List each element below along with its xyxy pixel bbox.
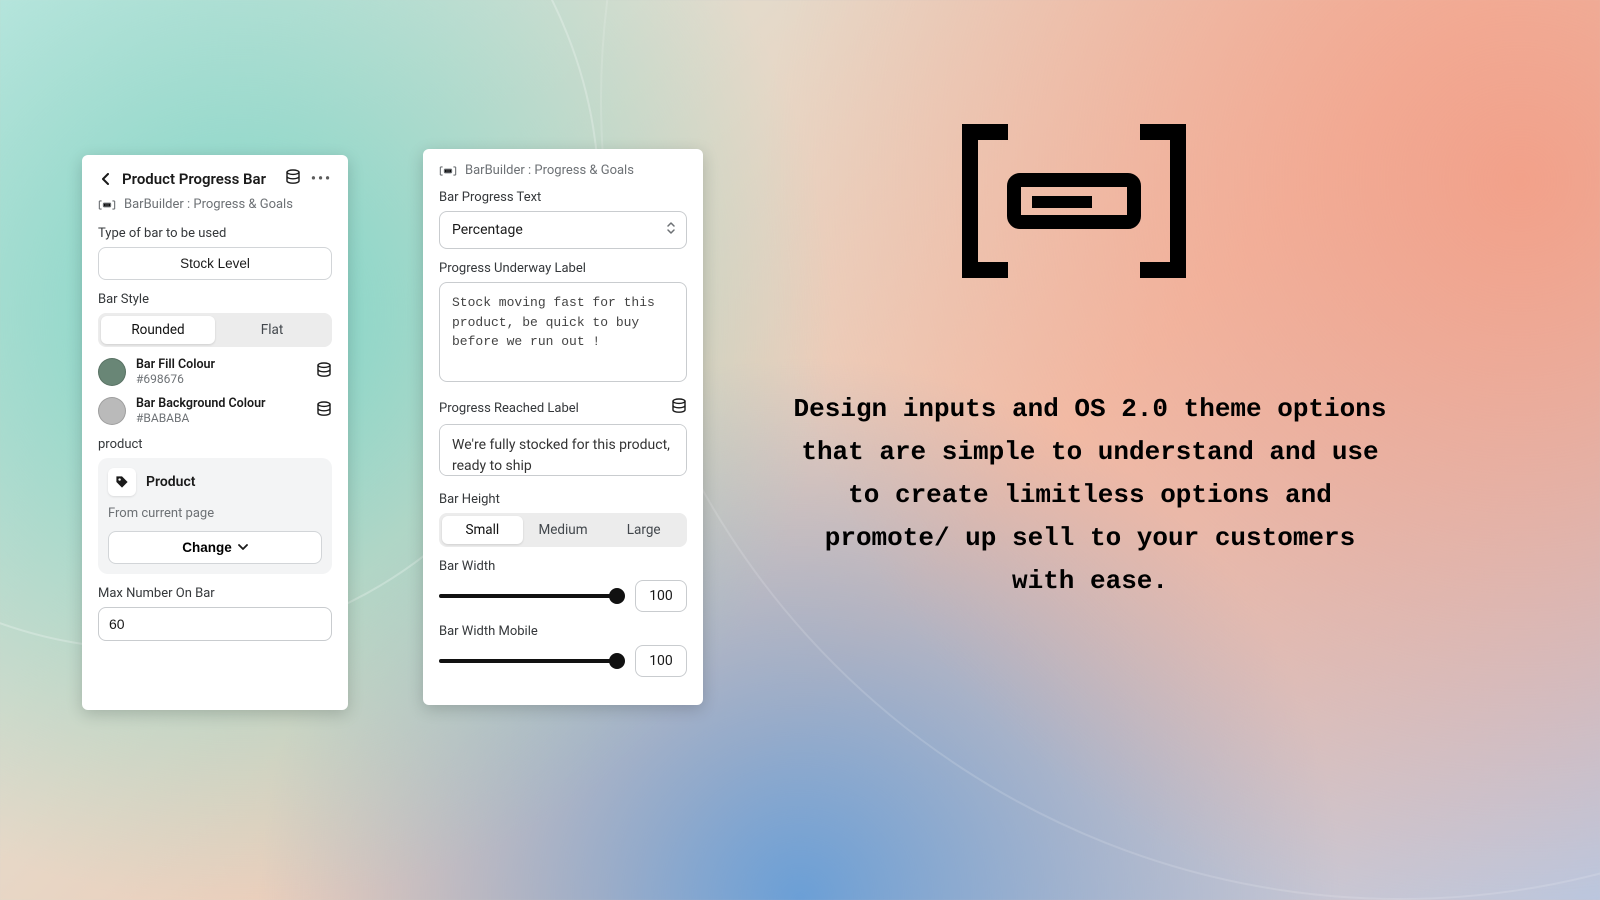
database-icon[interactable]: [285, 169, 301, 189]
product-label: product: [98, 437, 332, 452]
back-icon[interactable]: [98, 171, 114, 187]
bar-width-mobile-slider[interactable]: [439, 652, 621, 670]
ptext-value: Percentage: [452, 222, 523, 238]
app-breadcrumb-text: BarBuilder : Progress & Goals: [124, 197, 293, 212]
panel-product-progress: Product Progress Bar ••• BarBuilder : Pr…: [82, 155, 348, 710]
underway-textarea[interactable]: [439, 282, 687, 382]
max-label: Max Number On Bar: [98, 586, 332, 601]
product-title: Product: [146, 474, 195, 490]
product-icon: [108, 468, 136, 496]
database-icon[interactable]: [671, 398, 687, 418]
width-label: Bar Width: [439, 559, 687, 574]
underway-label: Progress Underway Label: [439, 261, 687, 276]
bar-bg-color-row[interactable]: Bar Background Colour #BABABA: [98, 396, 332, 425]
panel-title: Product Progress Bar: [122, 170, 277, 188]
database-icon[interactable]: [316, 401, 332, 421]
width-m-label: Bar Width Mobile: [439, 624, 687, 639]
marketing-copy: Design inputs and OS 2.0 theme options t…: [790, 388, 1390, 602]
bg-color-hex: #BABABA: [136, 411, 306, 425]
app-logo-icon: [98, 199, 116, 211]
bar-progress-text-select[interactable]: Percentage: [439, 211, 687, 249]
fill-swatch[interactable]: [98, 358, 126, 386]
bar-width-value[interactable]: 100: [635, 580, 687, 612]
max-number-input[interactable]: [98, 607, 332, 641]
brand-logo-icon: [962, 124, 1186, 282]
bar-style-rounded[interactable]: Rounded: [101, 316, 215, 344]
product-source-block: Product From current page Change: [98, 458, 332, 574]
bg-swatch[interactable]: [98, 397, 126, 425]
app-breadcrumb-text: BarBuilder : Progress & Goals: [465, 163, 634, 178]
bar-width-slider[interactable]: [439, 587, 621, 605]
bar-style-flat[interactable]: Flat: [215, 316, 329, 344]
bar-height-large[interactable]: Large: [603, 516, 684, 544]
app-breadcrumb: BarBuilder : Progress & Goals: [98, 197, 332, 212]
change-button[interactable]: Change: [108, 531, 322, 564]
bar-style-segmented: Rounded Flat: [98, 313, 332, 347]
bar-height-segmented: Small Medium Large: [439, 513, 687, 547]
bar-height-small[interactable]: Small: [442, 516, 523, 544]
chevron-down-icon: [238, 544, 248, 551]
change-label: Change: [182, 540, 232, 555]
select-caret-icon: [666, 221, 676, 239]
fill-color-hex: #698676: [136, 372, 306, 386]
panel-progress-goals: BarBuilder : Progress & Goals Bar Progre…: [423, 149, 703, 705]
app-breadcrumb: BarBuilder : Progress & Goals: [439, 163, 687, 178]
type-label: Type of bar to be used: [98, 226, 332, 241]
bar-height-medium[interactable]: Medium: [523, 516, 604, 544]
reached-textarea[interactable]: [439, 424, 687, 476]
more-icon[interactable]: •••: [311, 171, 332, 187]
bar-fill-color-row[interactable]: Bar Fill Colour #698676: [98, 357, 332, 386]
bar-width-mobile-value[interactable]: 100: [635, 645, 687, 677]
app-logo-icon: [439, 165, 457, 177]
bar-type-selector[interactable]: Stock Level: [98, 247, 332, 280]
product-subtext: From current page: [108, 506, 322, 521]
database-icon[interactable]: [316, 362, 332, 382]
reached-label: Progress Reached Label: [439, 401, 579, 416]
style-label: Bar Style: [98, 292, 332, 307]
ptext-label: Bar Progress Text: [439, 190, 687, 205]
bg-color-name: Bar Background Colour: [136, 396, 306, 411]
height-label: Bar Height: [439, 492, 687, 507]
fill-color-name: Bar Fill Colour: [136, 357, 306, 372]
